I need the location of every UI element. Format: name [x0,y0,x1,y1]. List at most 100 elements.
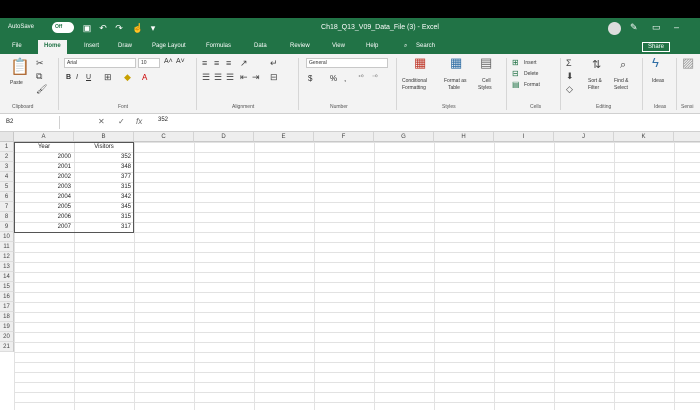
insert-cells-button[interactable]: Insert [524,60,537,66]
column-header-c[interactable]: C [134,132,194,142]
name-box[interactable]: B2 [0,116,60,129]
align-bottom-icon[interactable]: ≡ [226,58,231,68]
row-header-18[interactable]: 18 [0,312,14,322]
align-middle-icon[interactable]: ≡ [214,58,219,68]
search-icon[interactable]: ⌕ [404,43,407,50]
sort-filter-button[interactable]: Sort & [588,78,602,84]
cell-styles-icon[interactable]: ▤ [480,56,492,69]
row-header-21[interactable]: 21 [0,342,14,352]
italic-button[interactable]: I [76,74,78,81]
row-header-14[interactable]: 14 [0,272,14,282]
conditional-formatting-button[interactable]: Conditional [402,78,427,84]
tab-data[interactable]: Data [254,43,267,49]
column-header-b[interactable]: B [74,132,134,142]
format-as-table-button[interactable]: Format as [444,78,467,84]
format-as-table-icon[interactable]: ▦ [450,56,462,69]
select-all-corner[interactable] [0,132,14,142]
number-format-dropdown[interactable]: General [306,58,388,68]
row-header-6[interactable]: 6 [0,192,14,202]
row-header-9[interactable]: 9 [0,222,14,232]
find-select-button-line2[interactable]: Select [614,85,628,91]
tab-insert[interactable]: Insert [84,43,99,49]
clear-icon[interactable]: ◇ [566,84,573,94]
merge-center-icon[interactable]: ⊟ [270,72,278,82]
save-icon[interactable]: ▣ [82,22,92,34]
sensitivity-icon[interactable]: ▨ [682,56,694,69]
align-left-icon[interactable]: ☰ [202,72,210,82]
row-header-15[interactable]: 15 [0,282,14,292]
share-button[interactable]: Share [642,42,671,52]
touch-mode-icon[interactable]: ☝ [132,22,143,34]
ideas-icon[interactable]: ϟ [652,56,659,69]
redo-icon[interactable]: ↷ [114,22,124,34]
row-header-17[interactable]: 17 [0,302,14,312]
tab-review[interactable]: Review [290,43,310,49]
decrease-font-icon[interactable]: A˅ [176,58,185,65]
conditional-formatting-button-line2[interactable]: Formatting [402,85,426,91]
insert-cells-icon[interactable]: ⊞ [512,58,519,68]
minimize-icon[interactable]: – [674,22,679,32]
tab-help[interactable]: Help [366,43,378,49]
cancel-icon[interactable]: ✕ [98,117,105,126]
tab-page-layout[interactable]: Page Layout [152,43,186,49]
conditional-formatting-icon[interactable]: ▦ [414,56,426,69]
font-size-dropdown[interactable]: 10 [138,58,160,68]
customize-toolbar-icon[interactable]: ▾ [148,22,158,34]
formula-input[interactable]: 352 [158,117,168,123]
row-header-13[interactable]: 13 [0,262,14,272]
align-right-icon[interactable]: ☰ [226,72,234,82]
sort-filter-icon[interactable]: ⇅ [592,60,601,71]
delete-cells-button[interactable]: Delete [524,71,538,77]
find-select-icon[interactable]: ⌕ [620,60,626,71]
enter-icon[interactable]: ✓ [118,117,125,126]
column-header-i[interactable]: I [494,132,554,142]
wrap-text-icon[interactable]: ↵ [270,58,278,68]
row-header-1[interactable]: 1 [0,142,14,152]
decrease-indent-icon[interactable]: ⇤ [240,72,248,82]
format-painter-icon[interactable]: 🖌 [36,84,47,94]
comma-button[interactable]: , [344,74,346,83]
row-header-8[interactable]: 8 [0,212,14,222]
row-header-5[interactable]: 5 [0,182,14,192]
autosave-toggle[interactable]: Off [52,22,74,33]
row-header-12[interactable]: 12 [0,252,14,262]
align-center-icon[interactable]: ☰ [214,72,222,82]
percent-button[interactable]: % [330,74,337,83]
cell-styles-button[interactable]: Cell [482,78,491,84]
copy-icon[interactable]: ⧉ [36,71,42,81]
borders-icon[interactable]: ⊞ [104,72,112,82]
fill-color-icon[interactable]: ◆ [124,72,131,82]
decrease-decimal-icon[interactable]: ⁻⁰ [372,73,378,83]
format-as-table-button-line2[interactable]: Table [448,85,460,91]
column-header-d[interactable]: D [194,132,254,142]
delete-cells-icon[interactable]: ⊟ [512,69,519,79]
row-header-11[interactable]: 11 [0,242,14,252]
search-box[interactable]: Search [416,43,435,49]
row-header-7[interactable]: 7 [0,202,14,212]
currency-button[interactable]: $ [308,74,312,83]
column-header-f[interactable]: F [314,132,374,142]
bold-button[interactable]: B [66,74,71,81]
sort-filter-button-line2[interactable]: Filter [588,85,599,91]
cut-icon[interactable]: ✂ [36,58,44,68]
align-top-icon[interactable]: ≡ [202,58,207,68]
increase-font-icon[interactable]: A˄ [164,58,173,65]
tab-draw[interactable]: Draw [118,43,132,49]
format-cells-button[interactable]: Format [524,82,540,88]
ideas-button[interactable]: Ideas [652,78,664,84]
underline-button[interactable]: U [86,74,91,81]
font-color-icon[interactable]: A [142,73,147,82]
worksheet-grid[interactable]: ABCDEFGHIJKLMNOPQ 1234567891011121314151… [0,132,700,410]
tab-view[interactable]: View [332,43,345,49]
row-header-4[interactable]: 4 [0,172,14,182]
column-header-h[interactable]: H [434,132,494,142]
fill-icon[interactable]: ⬇ [566,71,574,81]
tab-file[interactable]: File [12,43,22,49]
find-select-button[interactable]: Find & [614,78,628,84]
user-avatar[interactable] [608,22,621,35]
row-header-3[interactable]: 3 [0,162,14,172]
column-header-k[interactable]: K [614,132,674,142]
paste-icon[interactable]: 📋 [10,60,30,76]
tab-home[interactable]: Home [38,40,67,54]
column-header-a[interactable]: A [14,132,74,142]
